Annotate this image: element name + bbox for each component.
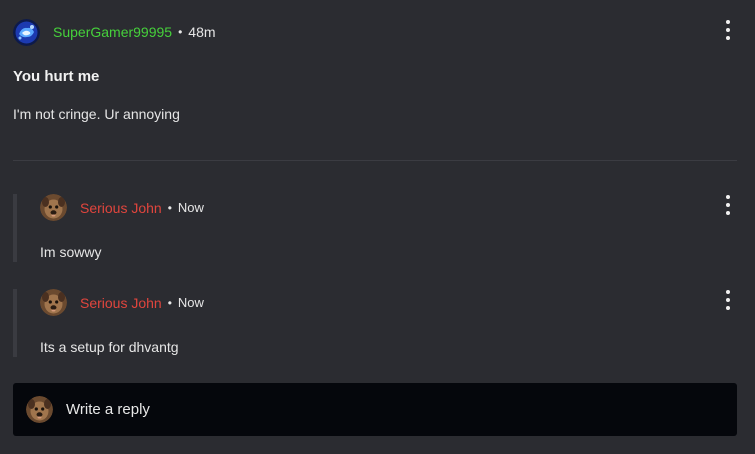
separator-dot: • xyxy=(167,295,172,310)
dog-avatar-icon xyxy=(40,194,67,221)
reply-more-options-icon[interactable] xyxy=(723,195,733,215)
post-body: I'm not cringe. Ur annoying xyxy=(13,106,180,122)
reply-header: Serious John • Now xyxy=(40,289,204,316)
reply-more-options-icon[interactable] xyxy=(723,290,733,310)
separator-dot: • xyxy=(167,200,172,215)
dog-avatar-icon xyxy=(40,289,67,316)
post-more-options-icon[interactable] xyxy=(723,20,733,40)
op-username[interactable]: SuperGamer99995 xyxy=(53,24,172,40)
reply-item: Serious John • Now Its a setup for dhvan… xyxy=(13,289,737,357)
reply-body: Im sowwy xyxy=(40,244,102,260)
reply-header: Serious John • Now xyxy=(40,194,204,221)
post-title: You hurt me xyxy=(13,68,100,85)
post-header: SuperGamer99995 • 48m xyxy=(13,18,216,46)
reply-avatar[interactable] xyxy=(40,194,67,221)
gamer-avatar-icon xyxy=(13,18,40,46)
post-timestamp: 48m xyxy=(188,24,216,40)
reply-item: Serious John • Now Im sowwy xyxy=(13,194,737,262)
op-avatar[interactable] xyxy=(13,18,40,46)
dog-avatar-icon xyxy=(26,396,53,423)
write-reply-box[interactable]: Write a reply xyxy=(13,383,737,436)
reply-timestamp: Now xyxy=(177,200,204,215)
reply-username[interactable]: Serious John xyxy=(80,200,162,216)
divider xyxy=(13,160,737,161)
reply-timestamp: Now xyxy=(177,295,204,310)
reply-thread-line xyxy=(13,289,17,357)
reply-avatar[interactable] xyxy=(40,289,67,316)
reply-input-placeholder[interactable]: Write a reply xyxy=(66,401,150,418)
reply-thread-line xyxy=(13,194,17,262)
separator-dot: • xyxy=(178,25,183,39)
current-user-avatar xyxy=(26,396,53,423)
reply-username[interactable]: Serious John xyxy=(80,295,162,311)
reply-body: Its a setup for dhvantg xyxy=(40,339,179,355)
